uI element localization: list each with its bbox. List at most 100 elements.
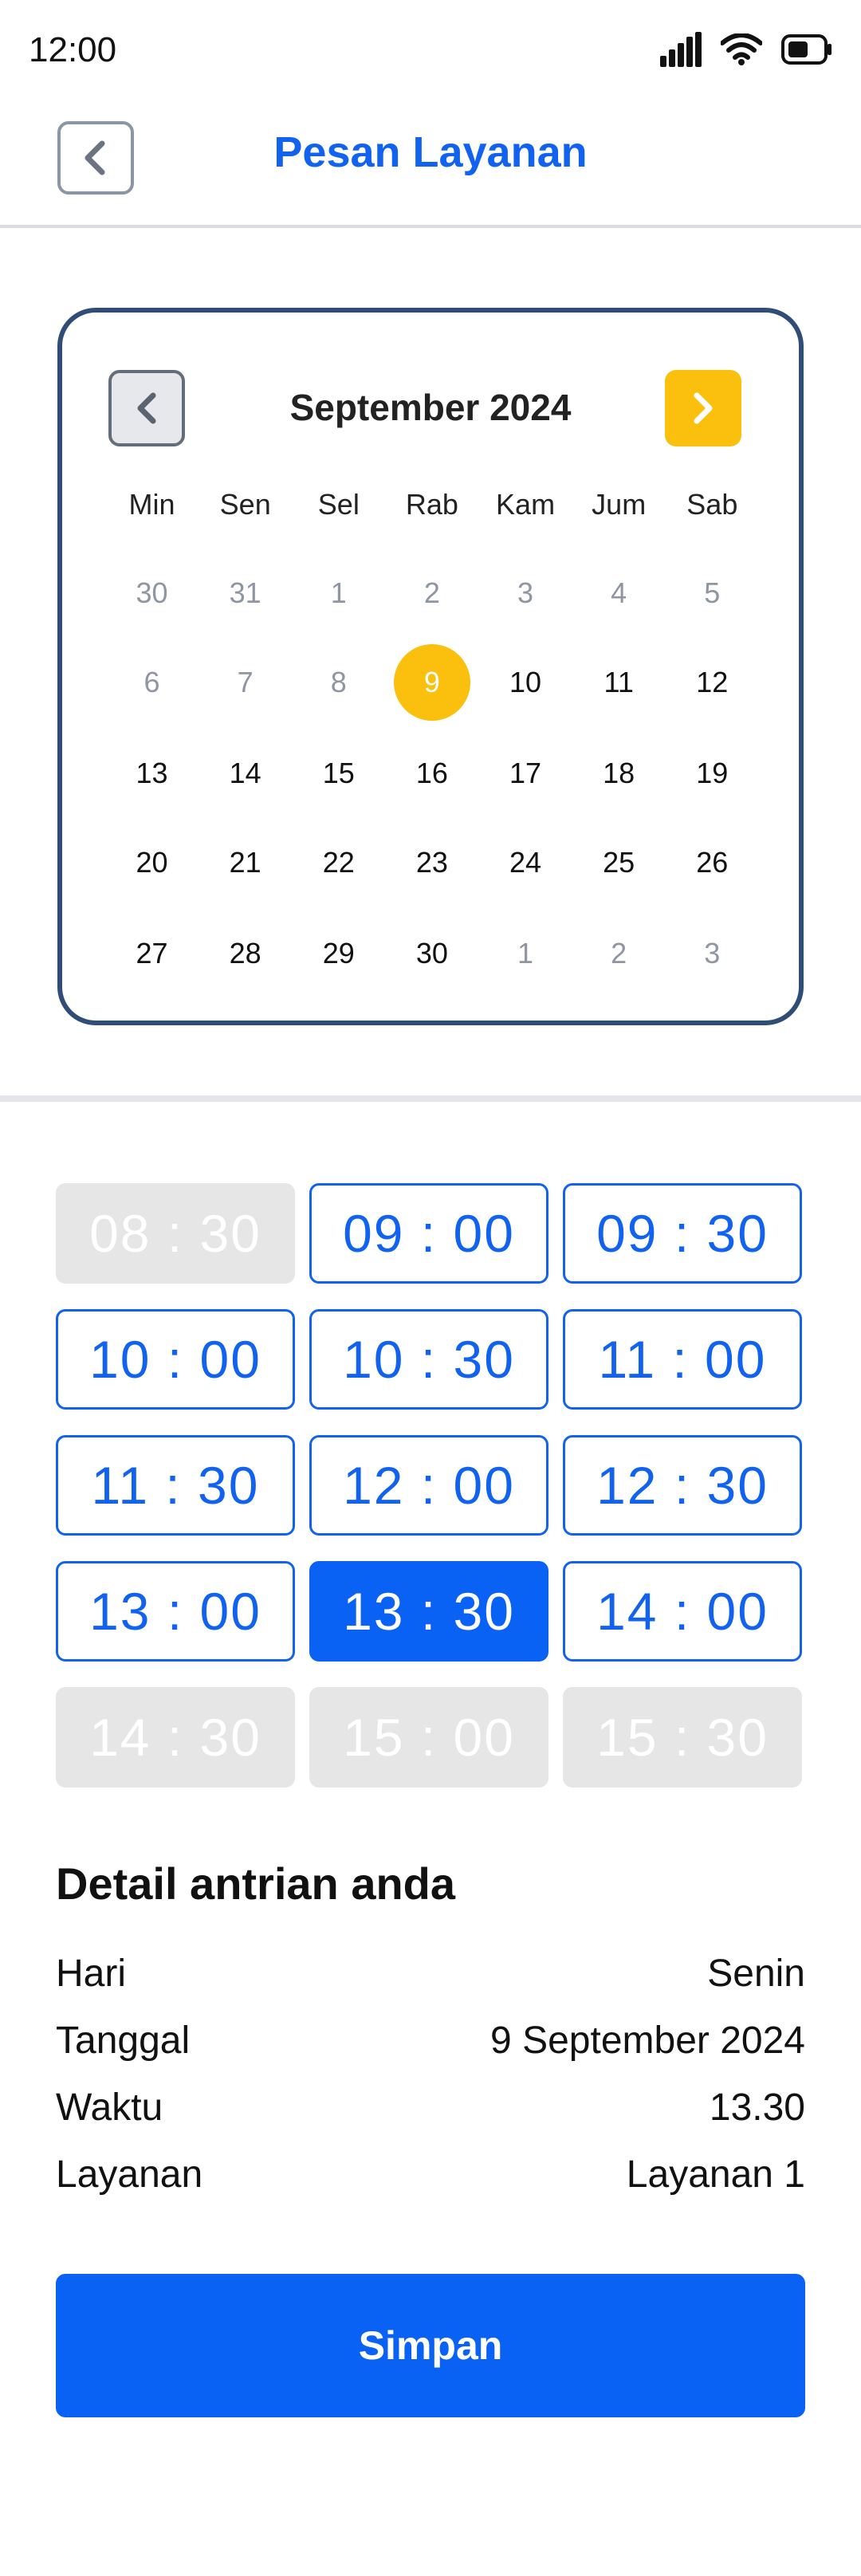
calendar-day-number: 17 bbox=[509, 757, 542, 789]
calendar-day-number: 6 bbox=[144, 666, 160, 698]
calendar-day-number: 16 bbox=[415, 757, 448, 789]
calendar-day-number: 13 bbox=[136, 757, 168, 789]
detail-row: Hari Senin bbox=[56, 1945, 805, 2001]
weekday-label: Sab bbox=[686, 488, 738, 521]
calendar-day-number: 20 bbox=[136, 846, 168, 879]
calendar-day-number: 3 bbox=[517, 576, 534, 609]
time-slot-available[interactable]: 10 : 30 bbox=[309, 1309, 548, 1410]
calendar-day[interactable]: 10 bbox=[479, 644, 572, 721]
calendar-day[interactable]: 11 bbox=[572, 644, 666, 721]
calendar-day[interactable]: 14 bbox=[199, 735, 292, 812]
calendar-day-number: 18 bbox=[603, 757, 635, 789]
calendar-day[interactable]: 25 bbox=[572, 824, 666, 901]
calendar-day-number: 21 bbox=[229, 846, 261, 879]
calendar-day[interactable]: 6 bbox=[105, 644, 199, 721]
weekday-header: Min Sen Sel Rab Kam Jum Sab bbox=[105, 488, 759, 521]
save-button[interactable]: Simpan bbox=[56, 2274, 805, 2417]
time-slot-grid: 08 : 30 09 : 00 09 : 30 10 : 00 10 : 30 11 : … bbox=[56, 1183, 805, 1787]
calendar-day[interactable]: 29 bbox=[292, 915, 385, 992]
calendar-day[interactable]: 30 bbox=[105, 555, 199, 631]
calendar-day-number: 28 bbox=[229, 937, 261, 969]
calendar-day-number: 11 bbox=[603, 666, 634, 698]
detail-value: Senin bbox=[707, 1952, 805, 1995]
calendar-day[interactable]: 30 bbox=[385, 915, 478, 992]
section-divider bbox=[0, 1095, 861, 1102]
calendar-day[interactable]: 17 bbox=[479, 735, 572, 812]
time-slot-disabled: 08 : 30 bbox=[56, 1183, 295, 1284]
calendar-day-number: 12 bbox=[696, 666, 729, 698]
calendar-day[interactable]: 4 bbox=[572, 555, 666, 631]
calendar-week-row: 13 14 15 16 17 18 19 bbox=[105, 735, 759, 812]
calendar-day[interactable]: 31 bbox=[199, 555, 292, 631]
calendar-day[interactable]: 26 bbox=[666, 824, 759, 901]
calendar-day-number: 30 bbox=[415, 937, 448, 969]
detail-value: 9 September 2024 bbox=[490, 2019, 805, 2062]
detail-row: Waktu 13.30 bbox=[56, 2079, 805, 2135]
calendar-day[interactable]: 1 bbox=[292, 555, 385, 631]
time-slot-available[interactable]: 09 : 30 bbox=[563, 1183, 802, 1284]
calendar-day[interactable]: 16 bbox=[385, 735, 478, 812]
calendar-day[interactable]: 2 bbox=[385, 555, 478, 631]
calendar-day-number: 23 bbox=[415, 846, 448, 879]
calendar-day[interactable]: 23 bbox=[385, 824, 478, 901]
calendar-day-number: 9 bbox=[393, 644, 470, 721]
calendar-day[interactable]: 13 bbox=[105, 735, 199, 812]
time-slot-available[interactable]: 13 : 00 bbox=[56, 1561, 295, 1662]
calendar-day-number: 27 bbox=[136, 937, 168, 969]
next-month-button[interactable] bbox=[665, 370, 741, 446]
calendar-day[interactable]: 8 bbox=[292, 644, 385, 721]
detail-label: Hari bbox=[56, 1952, 127, 1995]
calendar-day-number: 1 bbox=[330, 576, 347, 609]
calendar-day-number: 5 bbox=[704, 576, 721, 609]
time-slot-available[interactable]: 14 : 00 bbox=[563, 1561, 802, 1662]
weekday-label: Min bbox=[128, 488, 175, 521]
calendar-day[interactable]: 3 bbox=[479, 555, 572, 631]
calendar-day[interactable]: 1 bbox=[479, 915, 572, 992]
detail-value: 13.30 bbox=[709, 2086, 805, 2129]
calendar-day[interactable]: 18 bbox=[572, 735, 666, 812]
calendar-day[interactable]: 2 bbox=[572, 915, 666, 992]
calendar-day[interactable]: 5 bbox=[666, 555, 759, 631]
calendar-day[interactable]: 15 bbox=[292, 735, 385, 812]
calendar-day-number: 26 bbox=[696, 846, 729, 879]
weekday-label: Sen bbox=[219, 488, 271, 521]
calendar-day[interactable]: 28 bbox=[199, 915, 292, 992]
calendar-day-number: 3 bbox=[704, 937, 721, 969]
calendar-day[interactable]: 21 bbox=[199, 824, 292, 901]
time-slot-available[interactable]: 12 : 00 bbox=[309, 1435, 548, 1536]
weekday-label: Jum bbox=[592, 488, 647, 521]
calendar-day[interactable]: 12 bbox=[666, 644, 759, 721]
time-slot-disabled: 14 : 30 bbox=[56, 1687, 295, 1787]
time-slot-available[interactable]: 10 : 00 bbox=[56, 1309, 295, 1410]
calendar-day[interactable]: 24 bbox=[479, 824, 572, 901]
time-slot-available[interactable]: 09 : 00 bbox=[309, 1183, 548, 1284]
detail-title: Detail antrian anda bbox=[56, 1858, 456, 1909]
header: Pesan Layanan bbox=[0, 96, 861, 228]
detail-label: Layanan bbox=[56, 2153, 203, 2196]
calendar-day-number: 10 bbox=[509, 666, 542, 698]
calendar-day-number: 2 bbox=[423, 576, 440, 609]
time-slot-available[interactable]: 12 : 30 bbox=[563, 1435, 802, 1536]
weekday-label: Rab bbox=[405, 488, 458, 521]
calendar-day-number: 25 bbox=[603, 846, 635, 879]
calendar-day[interactable]: 7 bbox=[199, 644, 292, 721]
calendar-day[interactable]: 20 bbox=[105, 824, 199, 901]
time-slot-available[interactable]: 11 : 30 bbox=[56, 1435, 295, 1536]
battery-icon bbox=[781, 34, 832, 65]
detail-label: Tanggal bbox=[56, 2019, 191, 2062]
calendar-day[interactable]: 19 bbox=[666, 735, 759, 812]
calendar-week-row: 27 28 29 30 1 2 3 bbox=[105, 915, 759, 992]
calendar-day-number: 22 bbox=[322, 846, 355, 879]
calendar-day[interactable]: 3 bbox=[666, 915, 759, 992]
chevron-right-icon bbox=[694, 392, 713, 424]
calendar-day-number: 2 bbox=[611, 937, 627, 969]
time-slot-active[interactable]: 13 : 30 bbox=[309, 1561, 548, 1662]
calendar-week-row: 30 31 1 2 3 4 5 bbox=[105, 555, 759, 631]
calendar-day-number: 15 bbox=[322, 757, 355, 789]
calendar-day[interactable]: 27 bbox=[105, 915, 199, 992]
calendar-day-selected[interactable]: 9 bbox=[385, 644, 478, 721]
time-slot-available[interactable]: 11 : 00 bbox=[563, 1309, 802, 1410]
calendar-day-number: 1 bbox=[517, 937, 534, 969]
calendar-day-number: 8 bbox=[330, 666, 347, 698]
calendar-day[interactable]: 22 bbox=[292, 824, 385, 901]
